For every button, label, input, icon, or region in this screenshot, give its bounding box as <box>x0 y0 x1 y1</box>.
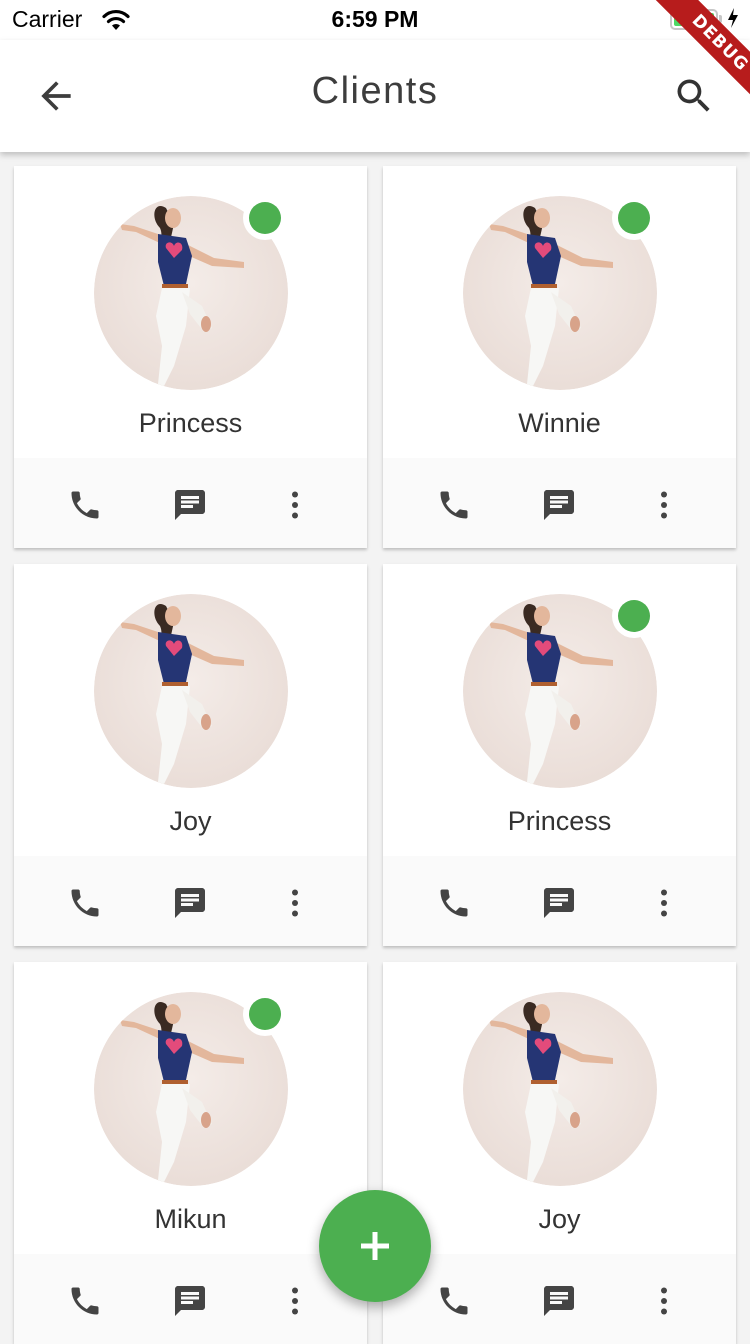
phone-icon[interactable] <box>436 1283 472 1319</box>
client-name: Princess <box>138 408 243 438</box>
avatar[interactable] <box>463 196 657 390</box>
message-icon[interactable] <box>172 1283 208 1319</box>
phone-icon[interactable] <box>436 885 472 921</box>
more-vert-icon[interactable] <box>277 1283 313 1319</box>
client-photo <box>463 992 657 1186</box>
avatar[interactable] <box>94 196 288 390</box>
search-icon[interactable] <box>672 74 716 118</box>
card-actions <box>383 1254 736 1344</box>
phone-icon[interactable] <box>67 1283 103 1319</box>
page-title: Clients <box>311 70 439 112</box>
more-vert-icon[interactable] <box>277 885 313 921</box>
client-name: Mikun <box>154 1204 227 1234</box>
card-actions <box>14 458 367 548</box>
client-grid: Princess Winnie Joy Princess Mikun Joy <box>0 152 750 1344</box>
client-name: Joy <box>169 806 212 836</box>
message-icon[interactable] <box>172 487 208 523</box>
online-status-indicator <box>243 196 287 240</box>
client-card[interactable]: Princess <box>383 564 736 946</box>
card-actions <box>383 856 736 946</box>
client-card[interactable]: Joy <box>383 962 736 1344</box>
online-status-indicator <box>243 992 287 1036</box>
app-bar: Clients <box>0 40 750 152</box>
client-card[interactable]: Princess <box>14 166 367 548</box>
avatar[interactable] <box>463 594 657 788</box>
more-vert-icon[interactable] <box>646 487 682 523</box>
card-actions <box>383 458 736 548</box>
avatar[interactable] <box>94 992 288 1186</box>
client-name: Princess <box>507 806 612 836</box>
more-vert-icon[interactable] <box>646 1283 682 1319</box>
client-name: Joy <box>538 1204 581 1234</box>
card-actions <box>14 856 367 946</box>
phone-icon[interactable] <box>67 487 103 523</box>
online-status-indicator <box>612 594 656 638</box>
message-icon[interactable] <box>172 885 208 921</box>
status-bar: Carrier 6:59 PM <box>0 0 750 40</box>
client-card[interactable]: Mikun <box>14 962 367 1344</box>
more-vert-icon[interactable] <box>277 487 313 523</box>
phone-icon[interactable] <box>67 885 103 921</box>
more-vert-icon[interactable] <box>646 885 682 921</box>
phone-icon[interactable] <box>436 487 472 523</box>
message-icon[interactable] <box>541 1283 577 1319</box>
card-actions <box>14 1254 367 1344</box>
add-icon <box>361 1232 389 1260</box>
client-photo <box>94 594 288 788</box>
add-client-button[interactable] <box>319 1190 431 1302</box>
message-icon[interactable] <box>541 487 577 523</box>
online-status-indicator <box>612 196 656 240</box>
message-icon[interactable] <box>541 885 577 921</box>
avatar[interactable] <box>94 594 288 788</box>
client-card[interactable]: Joy <box>14 564 367 946</box>
clock: 6:59 PM <box>331 6 419 32</box>
charging-icon <box>728 8 738 28</box>
client-name: Winnie <box>518 408 601 438</box>
avatar[interactable] <box>463 992 657 1186</box>
client-card[interactable]: Winnie <box>383 166 736 548</box>
